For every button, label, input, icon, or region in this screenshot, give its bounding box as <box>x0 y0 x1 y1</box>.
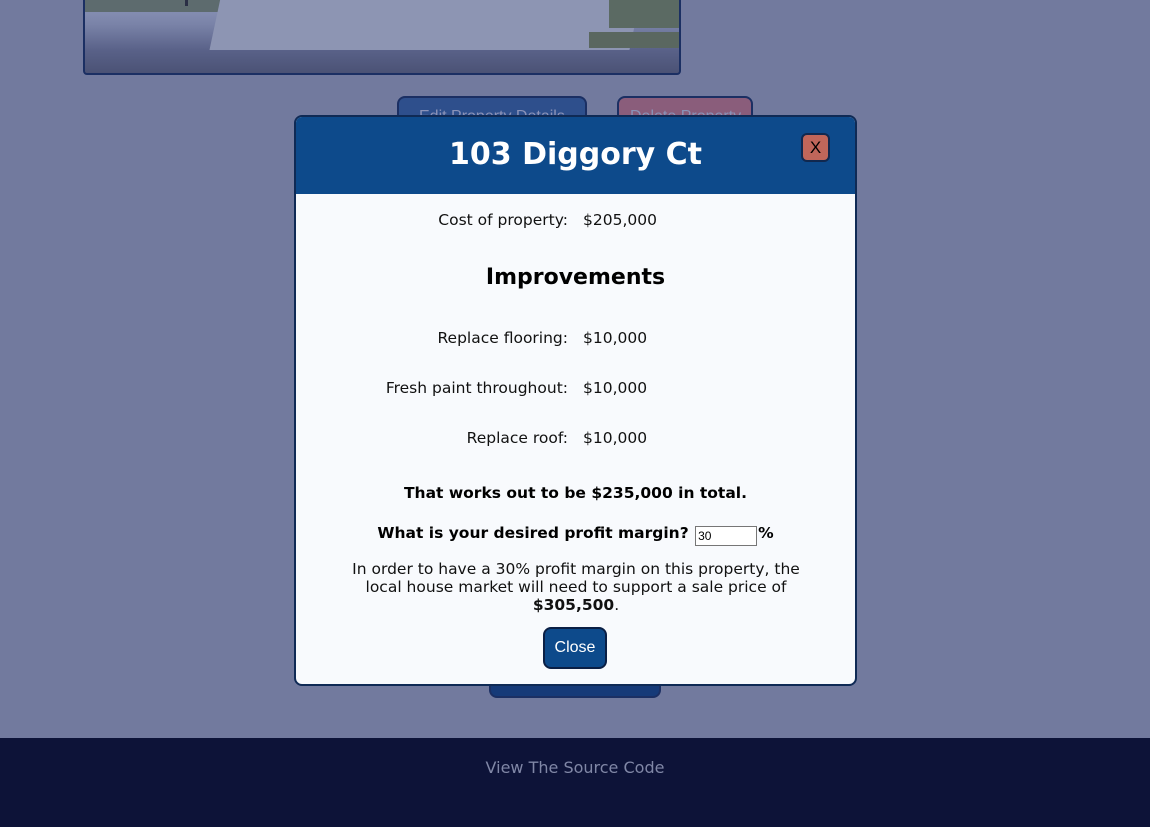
explain-text: In order to have a 30% profit margin on … <box>352 560 800 596</box>
profit-margin-row: What is your desired profit margin? % <box>296 524 855 546</box>
improvement-label: Fresh paint throughout: <box>385 379 568 397</box>
improvement-label: Replace roof: <box>466 429 568 447</box>
improvement-value: $10,000 <box>583 429 648 447</box>
profit-margin-input[interactable] <box>695 526 758 546</box>
footer: View The Source Code <box>0 738 1150 827</box>
improvement-value: $10,000 <box>583 379 648 397</box>
property-modal: 103 Diggory Ct X Cost of property: $205,… <box>294 115 857 686</box>
property-photo <box>83 0 681 75</box>
percent-unit: % <box>758 524 774 542</box>
modal-header: 103 Diggory Ct X <box>296 117 855 194</box>
improvements-title: Improvements <box>485 265 666 290</box>
cost-value: $205,000 <box>583 211 657 229</box>
cost-label: Cost of property: <box>438 211 568 229</box>
total-value: $235,000 <box>591 484 673 502</box>
modal-title: 103 Diggory Ct <box>449 137 702 172</box>
explain-end: . <box>614 596 620 614</box>
close-x-button[interactable]: X <box>801 133 830 162</box>
view-source-link[interactable]: View The Source Code <box>486 758 665 777</box>
photo-grass-right-lower <box>589 32 679 48</box>
sale-price-value: $305,500 <box>532 596 615 614</box>
total-prefix: That works out to be <box>403 484 592 502</box>
photo-sidewalk <box>209 0 641 50</box>
total-suffix: in total. <box>672 484 748 502</box>
total-summary: That works out to be $235,000 in total. <box>296 484 855 502</box>
profit-margin-question: What is your desired profit margin? <box>377 524 689 542</box>
close-button[interactable]: Close <box>543 627 607 669</box>
improvement-value: $10,000 <box>583 329 648 347</box>
photo-post <box>185 0 188 6</box>
photo-grass-right <box>609 0 679 28</box>
improvement-label: Replace flooring: <box>437 329 568 347</box>
photo-grass-left <box>85 0 225 12</box>
sale-price-explanation: In order to have a 30% profit margin on … <box>336 560 816 614</box>
